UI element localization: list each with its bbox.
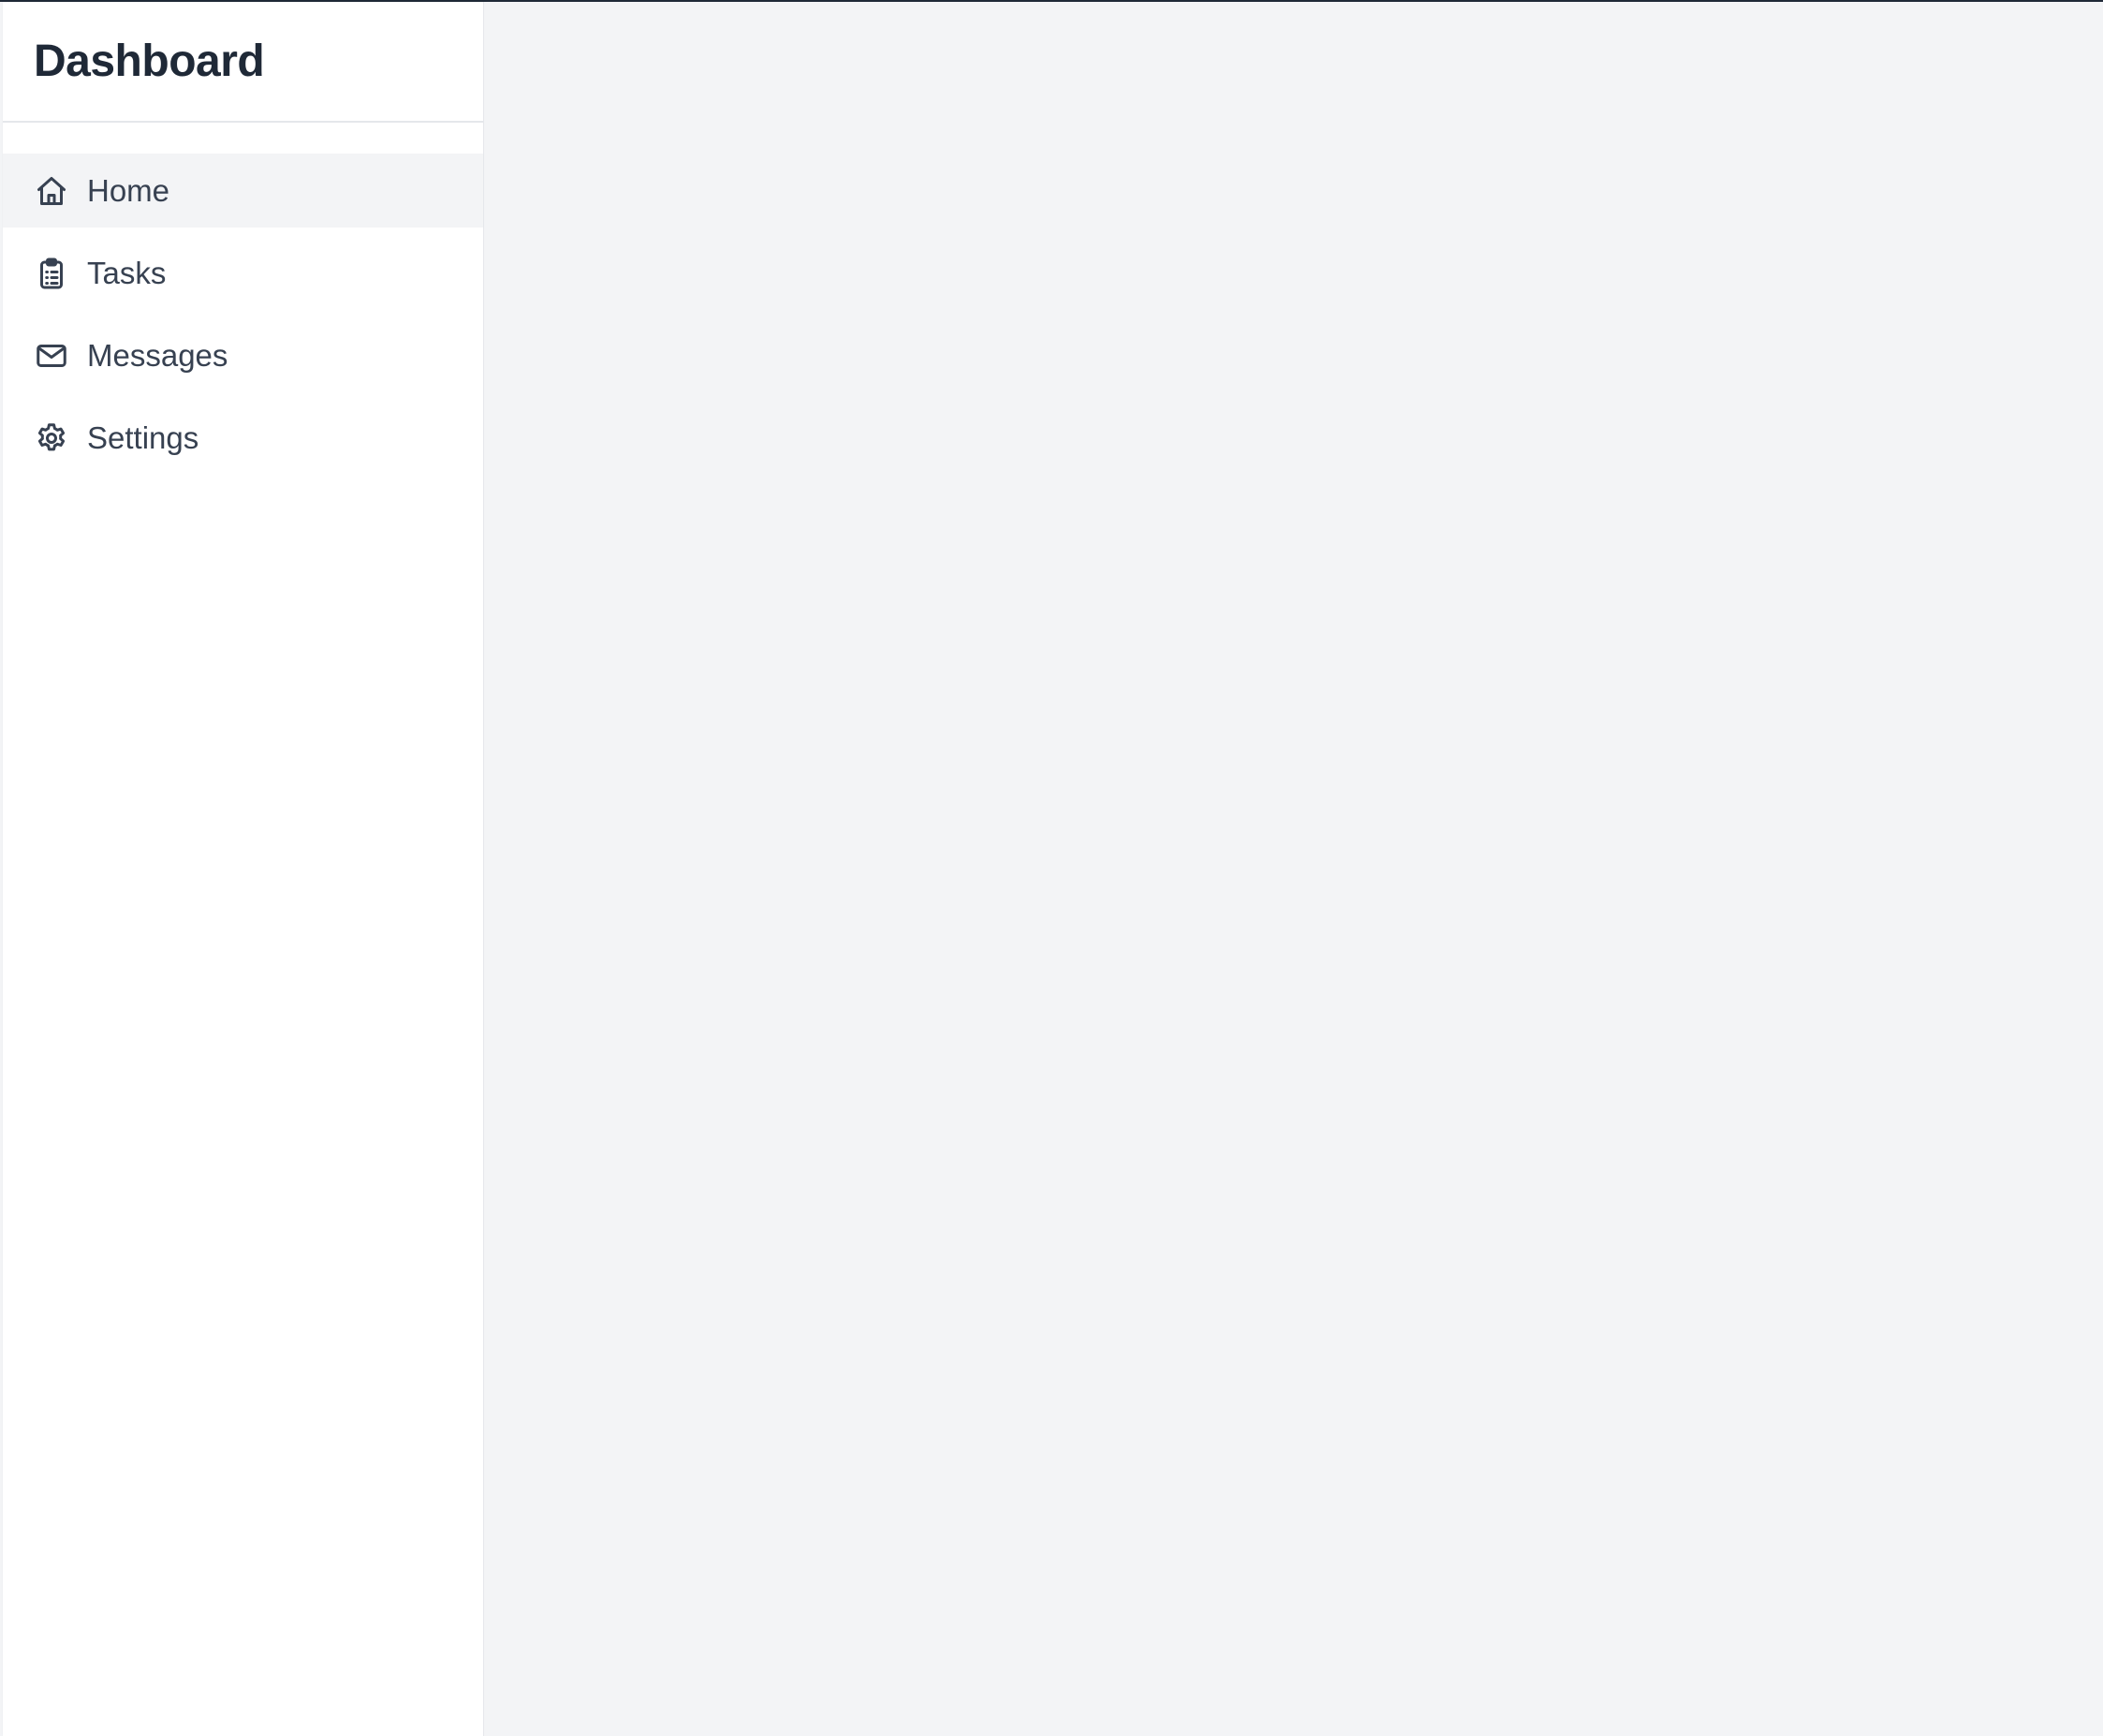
mail-icon bbox=[35, 339, 68, 373]
sidebar-item-messages[interactable]: Messages bbox=[3, 318, 483, 392]
sidebar-item-label: Settings bbox=[87, 419, 199, 455]
sidebar-item-tasks[interactable]: Tasks bbox=[3, 236, 483, 310]
app-window: Dashboard Home Tasks Messages Settings bbox=[0, 0, 2103, 1736]
app-title: Dashboard bbox=[34, 37, 265, 86]
main-content bbox=[484, 2, 2103, 1736]
sidebar-item-label: Home bbox=[87, 172, 170, 208]
sidebar-item-label: Messages bbox=[87, 337, 228, 373]
clipboard-icon bbox=[35, 257, 68, 290]
sidebar-nav: Home Tasks Messages Settings bbox=[3, 123, 483, 475]
sidebar-header: Dashboard bbox=[3, 2, 483, 123]
gear-icon bbox=[35, 421, 68, 455]
sidebar-item-label: Tasks bbox=[87, 255, 167, 290]
sidebar: Dashboard Home Tasks Messages Settings bbox=[3, 2, 484, 1736]
sidebar-item-settings[interactable]: Settings bbox=[3, 401, 483, 475]
sidebar-item-home[interactable]: Home bbox=[3, 154, 483, 228]
home-icon bbox=[35, 174, 68, 208]
